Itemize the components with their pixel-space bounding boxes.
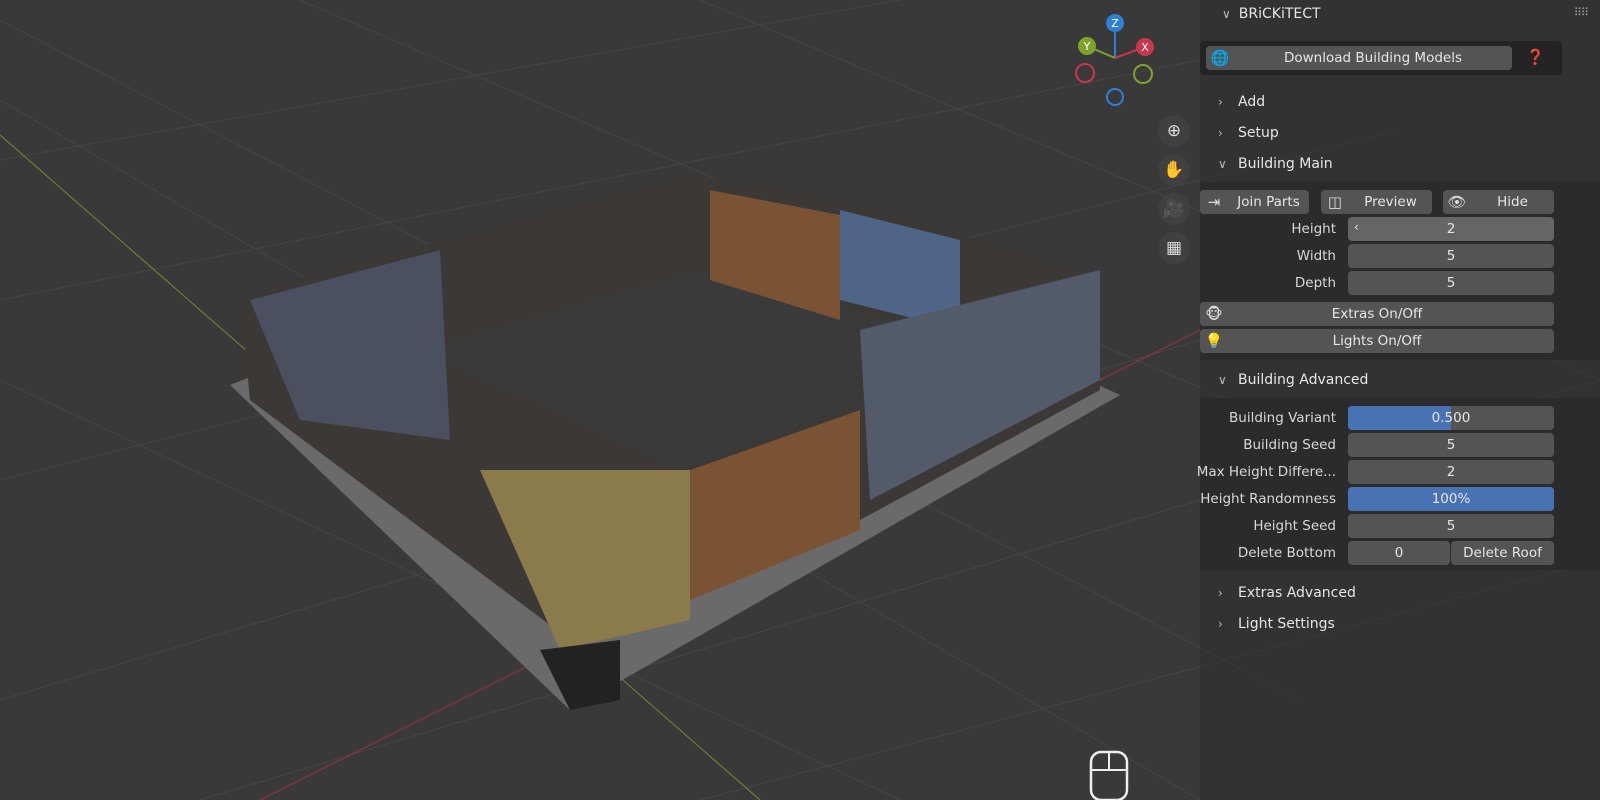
delete-roof-label: Delete Roof	[1463, 545, 1542, 561]
grid-view-icon[interactable]: ▦	[1158, 232, 1190, 264]
sidebar-panel: ∨ BRiCKiTECT ⠿⠿ 🌐 Download Building Models…	[1196, 0, 1600, 800]
preview-icon: ◫	[1327, 193, 1343, 211]
building-seed-value: 5	[1446, 437, 1456, 453]
panel-title: BRiCKiTECT	[1238, 6, 1321, 22]
building-variant-row: Building Variant 0.500	[1200, 406, 1600, 430]
delete-roof-button[interactable]: Delete Roof	[1451, 541, 1554, 565]
navigation-gizmo[interactable]: Z X Y	[1075, 14, 1154, 106]
section-label: Building Advanced	[1238, 372, 1369, 388]
chevron-right-icon: ›	[1218, 126, 1223, 140]
download-label: Download Building Models	[1283, 50, 1463, 66]
height-seed-label: Height Seed	[1253, 518, 1336, 534]
section-add[interactable]: › Add	[1218, 94, 1265, 110]
building-seed-row: Building Seed 5	[1200, 433, 1600, 457]
building-seed-label: Building Seed	[1243, 437, 1336, 453]
gizmo-z-label: Z	[1111, 17, 1119, 30]
preview-button[interactable]: ◫ Preview	[1321, 190, 1432, 214]
height-randomness-row: Height Randomness 100%	[1200, 487, 1600, 511]
section-setup[interactable]: › Setup	[1218, 125, 1279, 141]
help-book-icon[interactable]: ❓	[1526, 48, 1545, 66]
eye-icon: 👁	[1447, 193, 1467, 211]
height-value: 2	[1446, 221, 1456, 237]
delete-row: Delete Bottom 0 Delete Roof	[1200, 541, 1600, 565]
lights-toggle-button[interactable]: 💡 Lights On/Off	[1200, 329, 1554, 353]
join-icon: ⇥	[1207, 193, 1221, 211]
depth-field[interactable]: 5	[1348, 271, 1554, 295]
chevron-right-icon: ›	[1218, 617, 1223, 631]
chevron-right-icon: ›	[1218, 586, 1223, 600]
camera-icon[interactable]: 🎥	[1158, 193, 1190, 225]
height-randomness-value: 100%	[1431, 491, 1471, 507]
lightbulb-icon: 💡	[1204, 332, 1224, 350]
height-row: Height ‹ 2	[1200, 217, 1600, 241]
building-variant-slider[interactable]: 0.500	[1348, 406, 1554, 430]
height-randomness-label: Height Randomness	[1200, 491, 1336, 507]
max-height-label: Max Height Differe...	[1196, 464, 1336, 480]
building-model[interactable]	[230, 175, 1120, 710]
monkey-icon: 🐵	[1205, 305, 1223, 323]
max-height-field[interactable]: 2	[1348, 460, 1554, 484]
hide-button[interactable]: 👁 Hide	[1443, 190, 1554, 214]
hand-pan-icon[interactable]: ✋	[1158, 154, 1190, 186]
extras-toggle-button[interactable]: 🐵 Extras On/Off	[1200, 302, 1554, 326]
section-building-advanced[interactable]: ∨ Building Advanced	[1218, 372, 1368, 388]
section-label: Building Main	[1238, 156, 1333, 172]
section-building-main[interactable]: ∨ Building Main	[1218, 156, 1333, 172]
lights-label: Lights On/Off	[1332, 333, 1422, 349]
height-seed-row: Height Seed 5	[1200, 514, 1600, 538]
delete-bottom-field[interactable]: 0	[1348, 541, 1450, 565]
building-variant-value: 0.500	[1431, 410, 1471, 426]
depth-label: Depth	[1294, 275, 1336, 291]
depth-value: 5	[1446, 275, 1456, 291]
panel-header[interactable]: ∨ BRiCKiTECT	[1222, 6, 1321, 22]
extras-label: Extras On/Off	[1331, 306, 1423, 322]
section-light-settings[interactable]: › Light Settings	[1218, 616, 1335, 632]
height-randomness-slider[interactable]: 100%	[1348, 487, 1554, 511]
section-label: Light Settings	[1238, 616, 1335, 632]
max-height-row: Max Height Differe... 2	[1196, 460, 1600, 484]
depth-row: Depth 5	[1200, 271, 1600, 295]
height-seed-value: 5	[1446, 518, 1456, 534]
section-label: Add	[1238, 94, 1266, 110]
max-height-value: 2	[1446, 464, 1456, 480]
width-value: 5	[1446, 248, 1456, 264]
chevron-down-icon: ∨	[1218, 373, 1227, 387]
building-seed-field[interactable]: 5	[1348, 433, 1554, 457]
height-label: Height	[1291, 221, 1336, 237]
chevron-down-icon: ∨	[1222, 7, 1231, 21]
zoom-icon[interactable]: ⊕	[1158, 115, 1190, 147]
chevron-down-icon: ∨	[1218, 157, 1227, 171]
drag-grip-icon[interactable]: ⠿⠿	[1574, 6, 1589, 19]
section-label: Extras Advanced	[1238, 585, 1356, 601]
delete-bottom-value: 0	[1394, 545, 1404, 561]
chevron-right-icon: ›	[1218, 95, 1223, 109]
section-extras-advanced[interactable]: › Extras Advanced	[1218, 585, 1356, 601]
gizmo-y-label: Y	[1083, 40, 1091, 53]
building-variant-label: Building Variant	[1229, 410, 1336, 426]
delete-bottom-label: Delete Bottom	[1237, 545, 1336, 561]
width-label: Width	[1296, 248, 1336, 264]
download-building-models-button[interactable]: 🌐 Download Building Models	[1206, 46, 1512, 70]
hide-label: Hide	[1497, 194, 1528, 210]
section-label: Setup	[1238, 125, 1279, 141]
width-row: Width 5	[1200, 244, 1600, 268]
join-label: Join Parts	[1237, 194, 1300, 210]
height-field[interactable]: ‹ 2	[1348, 217, 1554, 241]
preview-label: Preview	[1364, 194, 1417, 210]
height-seed-field[interactable]: 5	[1348, 514, 1554, 538]
gizmo-x-label: X	[1141, 41, 1149, 54]
join-parts-button[interactable]: ⇥ Join Parts	[1200, 190, 1309, 214]
globe-icon: 🌐	[1210, 49, 1230, 67]
width-field[interactable]: 5	[1348, 244, 1554, 268]
